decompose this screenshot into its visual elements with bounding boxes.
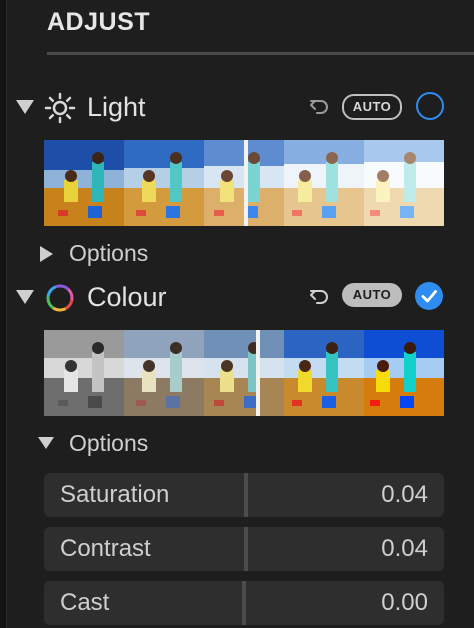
checkmark-icon bbox=[421, 290, 437, 303]
colour-frame-5 bbox=[364, 330, 444, 416]
panel-left-edge bbox=[0, 0, 7, 628]
colour-filmstrip[interactable] bbox=[44, 330, 444, 416]
colour-options-label[interactable]: Options bbox=[69, 430, 148, 457]
contrast-slider[interactable]: Contrast 0.04 bbox=[44, 527, 444, 571]
slider-handle[interactable] bbox=[244, 527, 248, 571]
slider-handle[interactable] bbox=[242, 581, 246, 625]
light-frame-2 bbox=[124, 140, 204, 226]
light-frame-4 bbox=[284, 140, 364, 226]
slider-value: 0.00 bbox=[381, 589, 428, 616]
colour-options-toggle[interactable] bbox=[38, 437, 54, 449]
slider-value: 0.04 bbox=[381, 535, 428, 562]
colour-frame-3 bbox=[204, 330, 284, 416]
sun-icon bbox=[44, 92, 76, 124]
light-collapse-toggle[interactable] bbox=[16, 100, 34, 114]
colour-collapse-toggle[interactable] bbox=[16, 290, 34, 304]
panel-title: ADJUST bbox=[47, 8, 151, 36]
light-options-label[interactable]: Options bbox=[69, 240, 148, 267]
colour-filmstrip-handle[interactable] bbox=[256, 330, 260, 416]
colour-revert-icon[interactable] bbox=[307, 284, 331, 308]
slider-label: Contrast bbox=[60, 535, 151, 562]
light-enable-toggle[interactable] bbox=[416, 92, 444, 120]
colour-frame-4 bbox=[284, 330, 364, 416]
light-revert-icon[interactable] bbox=[307, 94, 331, 118]
light-frame-1 bbox=[44, 140, 124, 226]
light-options-toggle[interactable] bbox=[40, 246, 53, 262]
colour-section-label[interactable]: Colour bbox=[87, 282, 167, 313]
light-section-label[interactable]: Light bbox=[87, 92, 146, 123]
slider-handle[interactable] bbox=[244, 473, 248, 517]
colour-auto-button[interactable]: AUTO bbox=[342, 283, 402, 307]
light-frame-5 bbox=[364, 140, 444, 226]
colour-frame-2 bbox=[124, 330, 204, 416]
colour-wheel-icon bbox=[46, 284, 74, 312]
slider-label: Saturation bbox=[60, 481, 170, 508]
colour-frame-1 bbox=[44, 330, 124, 416]
slider-label: Cast bbox=[60, 589, 110, 616]
light-auto-button[interactable]: AUTO bbox=[342, 94, 402, 120]
cast-slider[interactable]: Cast 0.00 bbox=[44, 581, 444, 625]
header-divider bbox=[47, 52, 474, 55]
slider-value: 0.04 bbox=[381, 481, 428, 508]
light-filmstrip-handle[interactable] bbox=[244, 140, 248, 226]
colour-enable-toggle[interactable] bbox=[415, 282, 443, 310]
saturation-slider[interactable]: Saturation 0.04 bbox=[44, 473, 444, 517]
